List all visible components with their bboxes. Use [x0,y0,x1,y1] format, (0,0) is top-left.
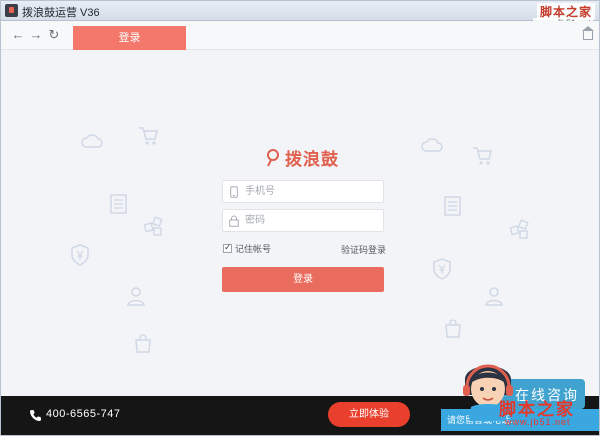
remember-checkbox[interactable] [223,242,232,253]
password-input[interactable] [245,211,375,230]
tab-login[interactable]: 登录 [73,26,186,50]
cloud-icon [81,133,103,149]
document-icon [109,193,129,215]
try-now-button[interactable]: 立即体验 [328,402,410,427]
rattle-logo-icon [267,148,279,166]
cloud-icon [421,137,443,153]
password-field[interactable] [222,209,384,232]
shield-yen-icon [431,257,453,281]
blocks-icon [509,219,531,241]
user-icon [483,285,505,307]
phone-field[interactable] [222,180,384,203]
phone-handset-icon [29,409,42,422]
forward-arrow-icon[interactable]: → [29,28,43,42]
bag-icon [443,319,463,339]
app-window: 拨浪鼓运营 V36 — ✕ 脚本之家 www.Jb51.net ← → ↻ 登录 [0,0,600,436]
cart-icon [471,145,493,167]
bag-icon [133,334,153,354]
sms-login-link[interactable]: 验证码登录 [341,243,386,256]
remember-label: 记住帐号 [235,244,272,254]
hotline-number: 400-6565-747 [46,408,121,420]
back-arrow-icon[interactable]: ← [11,28,25,42]
user-icon [125,285,147,307]
window-title: 拨浪鼓运营 V36 [22,7,100,19]
home-icon[interactable] [582,26,594,40]
shield-yen-icon [69,243,91,267]
title-bar: 拨浪鼓运营 V36 — ✕ [1,1,599,21]
brand-logo: 拨浪鼓 [265,145,339,170]
blocks-icon [143,216,165,238]
app-icon [5,4,18,17]
phone-icon [223,181,245,202]
refresh-icon[interactable]: ↻ [47,28,61,42]
lock-icon [223,210,245,231]
watermark-bottom-url: www.jb51.net [505,417,571,427]
document-icon [443,195,463,217]
brand-name: 拨浪鼓 [285,150,339,169]
remember-account[interactable]: 记住帐号 [223,242,271,255]
cart-icon [137,125,159,147]
login-button[interactable]: 登录 [222,267,384,292]
phone-input[interactable] [245,182,375,201]
toolbar: ← → ↻ 登录 [1,21,599,50]
